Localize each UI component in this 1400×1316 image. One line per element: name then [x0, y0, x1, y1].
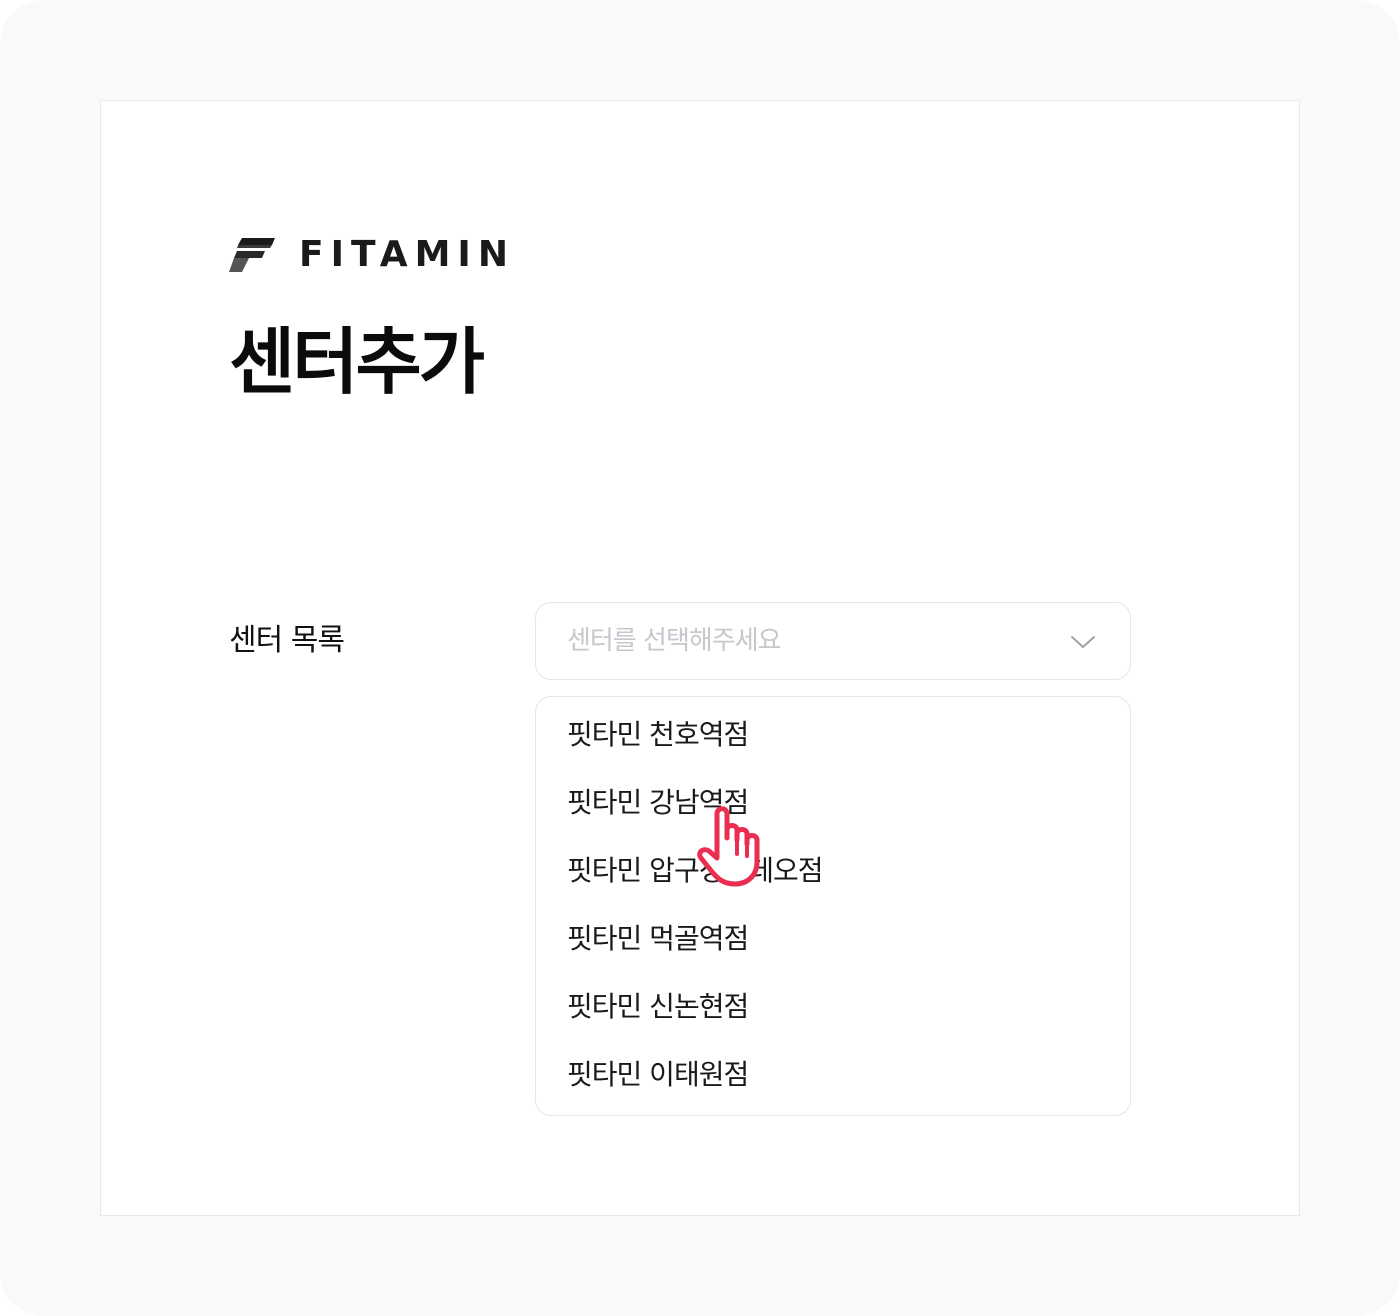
dropdown-option[interactable]: 핏타민 강남역점	[567, 783, 1087, 823]
add-center-panel: FITAMIN 센터추가 센터 목록 센터를 선택해주세요 핏타민 천호역점 핏…	[100, 100, 1300, 1216]
center-dropdown-list: 핏타민 천호역점 핏타민 강남역점 핏타민 압구정로데오점 핏타민 먹골역점 핏…	[535, 696, 1131, 1116]
brand-name: FITAMIN	[299, 234, 515, 275]
dropdown-option[interactable]: 핏타민 이태원점	[567, 1055, 1087, 1095]
page-title: 센터추가	[229, 320, 485, 404]
fitamin-logo-mark-icon	[229, 238, 275, 272]
chevron-down-icon	[1071, 636, 1095, 648]
center-select-placeholder: 센터를 선택해주세요	[567, 626, 782, 656]
dropdown-option[interactable]: 핏타민 압구정로데오점	[567, 851, 1087, 891]
center-select[interactable]: 센터를 선택해주세요	[535, 602, 1131, 680]
center-list-label: 센터 목록	[229, 623, 345, 658]
dropdown-option[interactable]: 핏타민 먹골역점	[567, 919, 1087, 959]
dropdown-option[interactable]: 핏타민 신논현점	[567, 987, 1087, 1027]
fitamin-logo: FITAMIN	[229, 237, 515, 273]
dropdown-option[interactable]: 핏타민 천호역점	[567, 715, 1087, 755]
app-frame: FITAMIN 센터추가 센터 목록 센터를 선택해주세요 핏타민 천호역점 핏…	[0, 0, 1400, 1316]
